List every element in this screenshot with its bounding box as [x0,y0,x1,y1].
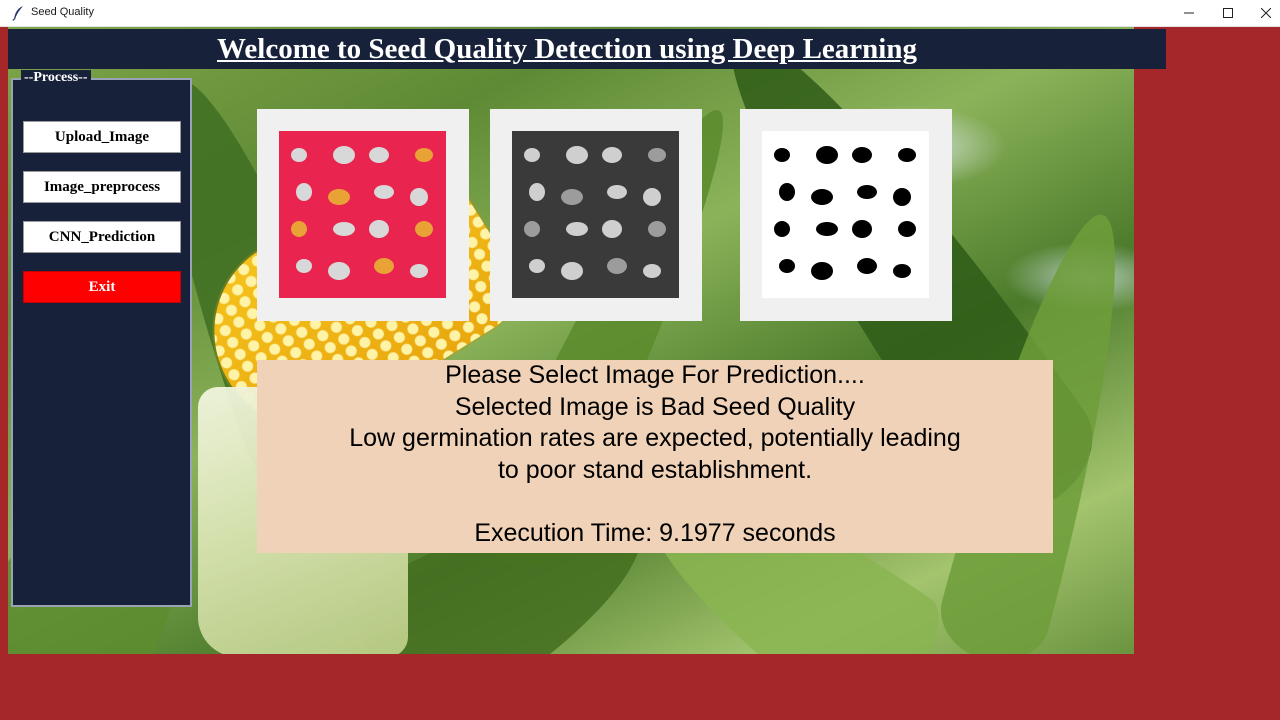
seed [607,258,627,274]
seed [415,148,433,162]
feather-icon [12,6,23,21]
maximize-button[interactable] [1209,0,1247,26]
seed [779,259,795,273]
seed [291,148,307,162]
seed [857,185,877,199]
seed [602,147,622,163]
window-title: Seed Quality [31,6,94,18]
grayscale-seed-image [512,131,679,298]
result-line [257,486,1053,518]
seed [524,221,540,237]
process-panel [11,78,192,607]
seed [566,146,588,164]
execution-time: Execution Time: 9.1977 seconds [474,518,836,547]
exit-button[interactable]: Exit [23,271,181,303]
header-banner: Welcome to Seed Quality Detection using … [8,29,1166,69]
result-line: to poor stand establishment. [497,455,813,484]
seed [369,147,389,163]
seed [643,264,661,278]
page-title: Welcome to Seed Quality Detection using … [217,33,917,65]
result-line: Selected Image is Bad Seed Quality [454,392,856,421]
seed [779,183,795,201]
seed [816,146,838,164]
original-seed-image [279,131,446,298]
seed [893,188,911,206]
seed [561,262,583,280]
seed [893,264,911,278]
upload-image-button[interactable]: Upload_Image [23,121,181,153]
close-button[interactable] [1247,0,1280,26]
seed [898,221,916,237]
close-icon [1261,8,1271,18]
seed [857,258,877,274]
seed [643,188,661,206]
image-preprocess-button[interactable]: Image_preprocess [23,171,181,203]
process-panel-legend: --Process-- [21,70,91,86]
seed [561,189,583,205]
seed [811,189,833,205]
window-titlebar: Seed Quality [0,0,1280,27]
seed [291,221,307,237]
binary-seed-image [762,131,929,298]
binary-image-panel [740,109,952,321]
maximize-icon [1223,8,1233,18]
seed [296,183,312,201]
seed [410,264,428,278]
seed [898,148,916,162]
minimize-button[interactable] [1170,0,1208,26]
seed [852,220,872,238]
result-line: Please Select Image For Prediction.... [445,361,865,389]
cnn-prediction-button[interactable]: CNN_Prediction [23,221,181,253]
seed [816,222,838,236]
prediction-result-panel: Please Select Image For Prediction.... S… [257,360,1053,553]
seed [369,220,389,238]
seed [607,185,627,199]
grayscale-image-panel [490,109,702,321]
seed [811,262,833,280]
seed [328,189,350,205]
seed [566,222,588,236]
seed [296,259,312,273]
seed [529,183,545,201]
seed [410,188,428,206]
seed [328,262,350,280]
seed [648,148,666,162]
original-image-panel [257,109,469,321]
seed [774,148,790,162]
minimize-icon [1184,12,1194,14]
seed [415,221,433,237]
seed [529,259,545,273]
seed [374,258,394,274]
seed [852,147,872,163]
seed [333,222,355,236]
seed [648,221,666,237]
seed [774,221,790,237]
seed [524,148,540,162]
seed [333,146,355,164]
result-line: Low germination rates are expected, pote… [349,424,961,452]
seed [602,220,622,238]
seed [374,185,394,199]
